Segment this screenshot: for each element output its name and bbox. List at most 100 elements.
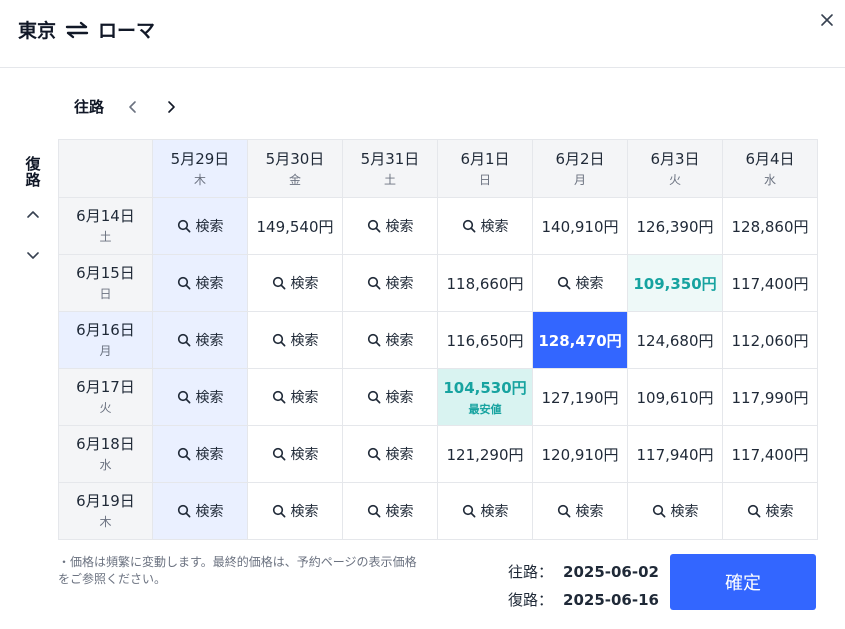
search-cell[interactable]: 検索 xyxy=(152,311,248,369)
outbound-date-header[interactable]: 5月30日金 xyxy=(247,139,343,198)
search-label: 検索 xyxy=(290,446,319,463)
price-value: 140,910円 xyxy=(541,217,619,236)
price-cell[interactable]: 117,990円 xyxy=(722,368,818,426)
price-cell[interactable]: 118,660円 xyxy=(437,254,533,312)
return-date-header[interactable]: 6月17日火 xyxy=(58,368,153,426)
selection-summary: 往路： 2025-06-02 復路： 2025-06-16 xyxy=(508,558,659,614)
search-icon xyxy=(367,390,380,403)
return-date-header[interactable]: 6月16日月 xyxy=(58,311,153,369)
price-cell[interactable]: 127,190円 xyxy=(532,368,628,426)
search-cell[interactable]: 検索 xyxy=(152,254,248,312)
price-value: 128,860円 xyxy=(731,217,809,236)
search-cell[interactable]: 検索 xyxy=(247,311,343,369)
search-cell[interactable]: 検索 xyxy=(247,254,343,312)
search-link: 検索 xyxy=(367,444,414,464)
price-value: 112,060円 xyxy=(731,331,809,350)
chevron-left-icon[interactable] xyxy=(126,100,140,114)
chevron-down-icon[interactable] xyxy=(26,248,40,262)
return-summary-value: 2025-06-16 xyxy=(563,591,659,609)
search-link: 検索 xyxy=(272,330,319,350)
chevron-right-icon[interactable] xyxy=(164,100,178,114)
outbound-summary: 往路： 2025-06-02 xyxy=(508,558,659,586)
return-date-header[interactable]: 6月15日日 xyxy=(58,254,153,312)
search-cell[interactable]: 検索 xyxy=(342,254,438,312)
price-cell[interactable]: 120,910円 xyxy=(532,425,628,483)
search-cell[interactable]: 検索 xyxy=(722,482,818,540)
outbound-date-header[interactable]: 6月3日火 xyxy=(627,139,723,198)
return-date-label: 6月17日 xyxy=(76,378,135,396)
search-cell[interactable]: 検索 xyxy=(152,425,248,483)
price-cell[interactable]: 124,680円 xyxy=(627,311,723,369)
price-cell[interactable]: 117,400円 xyxy=(722,254,818,312)
chevron-up-icon[interactable] xyxy=(26,208,40,222)
search-cell[interactable]: 検索 xyxy=(247,425,343,483)
search-cell[interactable]: 検索 xyxy=(342,368,438,426)
price-cell[interactable]: 109,350円 xyxy=(627,254,723,312)
price-cell[interactable]: 116,650円 xyxy=(437,311,533,369)
search-label: 検索 xyxy=(195,446,224,463)
price-value: 120,910円 xyxy=(541,445,619,464)
outbound-date-header[interactable]: 5月29日木 xyxy=(152,139,248,198)
price-value: 117,990円 xyxy=(731,388,809,407)
search-cell[interactable]: 検索 xyxy=(437,197,533,255)
search-icon xyxy=(462,219,475,232)
price-cell[interactable]: 149,540円 xyxy=(247,197,343,255)
search-cell[interactable]: 検索 xyxy=(152,368,248,426)
search-cell[interactable]: 検索 xyxy=(152,482,248,540)
return-weekday-label: 水 xyxy=(99,458,112,472)
search-cell[interactable]: 検索 xyxy=(152,197,248,255)
price-cell[interactable]: 117,940円 xyxy=(627,425,723,483)
search-label: 検索 xyxy=(480,218,509,235)
return-date-header[interactable]: 6月18日水 xyxy=(58,425,153,483)
price-cell[interactable]: 104,530円 最安値 xyxy=(437,368,533,426)
search-link: 検索 xyxy=(272,444,319,464)
search-link: 検索 xyxy=(462,501,509,521)
search-link: 検索 xyxy=(272,387,319,407)
outbound-date-header[interactable]: 6月4日水 xyxy=(722,139,818,198)
search-cell[interactable]: 検索 xyxy=(532,254,628,312)
return-date-header[interactable]: 6月14日土 xyxy=(58,197,153,255)
destination-city: ローマ xyxy=(98,20,156,42)
price-cell[interactable]: 140,910円 xyxy=(532,197,628,255)
close-icon[interactable] xyxy=(819,12,835,28)
return-date-label: 6月14日 xyxy=(76,207,135,225)
price-cell[interactable]: 126,390円 xyxy=(627,197,723,255)
search-cell[interactable]: 検索 xyxy=(342,311,438,369)
confirm-button[interactable]: 確定 xyxy=(670,554,816,610)
search-icon xyxy=(557,504,570,517)
search-label: 検索 xyxy=(385,218,414,235)
search-cell[interactable]: 検索 xyxy=(532,482,628,540)
search-cell[interactable]: 検索 xyxy=(342,197,438,255)
return-weekday-label: 火 xyxy=(99,401,112,415)
outbound-date-header[interactable]: 6月2日月 xyxy=(532,139,628,198)
search-cell[interactable]: 検索 xyxy=(247,482,343,540)
outbound-date-header[interactable]: 5月31日土 xyxy=(342,139,438,198)
search-cell[interactable]: 検索 xyxy=(342,425,438,483)
price-cell[interactable]: 109,610円 xyxy=(627,368,723,426)
price-cell[interactable]: 112,060円 xyxy=(722,311,818,369)
price-value: 149,540円 xyxy=(256,217,334,236)
search-cell[interactable]: 検索 xyxy=(627,482,723,540)
price-cell[interactable]: 117,400円 xyxy=(722,425,818,483)
search-icon xyxy=(272,447,285,460)
search-icon xyxy=(462,504,475,517)
search-link: 検索 xyxy=(367,216,414,236)
price-cell[interactable]: 121,290円 xyxy=(437,425,533,483)
outbound-date-header[interactable]: 6月1日日 xyxy=(437,139,533,198)
search-label: 検索 xyxy=(385,503,414,520)
search-label: 検索 xyxy=(290,503,319,520)
lowest-price-badge: 最安値 xyxy=(468,403,502,416)
price-value: 124,680円 xyxy=(636,331,714,350)
price-cell[interactable]: 128,860円 xyxy=(722,197,818,255)
search-cell[interactable]: 検索 xyxy=(342,482,438,540)
price-cell[interactable]: 128,470円 xyxy=(532,311,628,369)
search-cell[interactable]: 検索 xyxy=(247,368,343,426)
search-icon xyxy=(177,447,190,460)
swap-arrows-icon[interactable] xyxy=(64,21,90,39)
outbound-date-label: 6月3日 xyxy=(650,149,700,168)
search-cell[interactable]: 検索 xyxy=(437,482,533,540)
return-weekday-label: 日 xyxy=(99,287,112,301)
search-link: 検索 xyxy=(367,387,414,407)
search-label: 検索 xyxy=(195,275,224,292)
return-date-header[interactable]: 6月19日木 xyxy=(58,482,153,540)
